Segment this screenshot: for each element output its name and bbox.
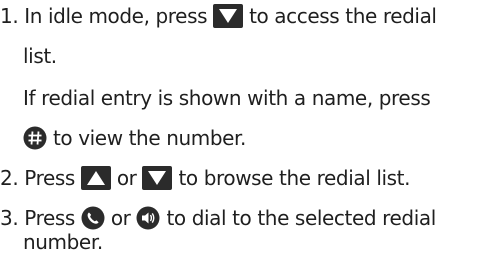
step-2-or: or: [116, 166, 137, 190]
step-1-text-b: to access the redial: [249, 4, 437, 28]
step-3-text-b: to dial to the selected redial: [166, 206, 436, 230]
note-text-2: to view the number.: [52, 126, 246, 150]
speaker-key-icon: [136, 206, 160, 230]
note-line-1: If redial entry is shown with a name, pr…: [23, 84, 431, 112]
step-3-text-a: Press: [24, 206, 75, 230]
step-1-line-2: list.: [23, 42, 57, 70]
step-1-continuation: list.: [23, 44, 57, 68]
note-text-1: If redial entry is shown with a name, pr…: [23, 86, 431, 110]
step-3-line-2: number.: [23, 228, 103, 256]
step-1-text-a: In idle mode, press: [24, 4, 208, 28]
step-2-line: 2. Press or to browse the redial list.: [0, 164, 410, 192]
step-2-number: 2.: [0, 166, 19, 190]
up-arrow-key-icon: [80, 165, 111, 190]
step-3-number: 3.: [0, 206, 19, 230]
step-3-or: or: [110, 206, 131, 230]
step-1-number: 1.: [0, 4, 19, 28]
down-arrow-key-icon: [213, 3, 244, 28]
step-3-continuation: number.: [23, 230, 103, 254]
talk-key-icon: [81, 206, 105, 230]
note-line-2: to view the number.: [23, 124, 246, 152]
step-1-line-1: 1. In idle mode, press to access the red…: [0, 2, 437, 30]
down-arrow-key-icon: [142, 165, 173, 190]
step-2-text-b: to browse the redial list.: [178, 166, 411, 190]
step-2-text-a: Press: [24, 166, 75, 190]
hash-key-icon: [23, 126, 47, 150]
